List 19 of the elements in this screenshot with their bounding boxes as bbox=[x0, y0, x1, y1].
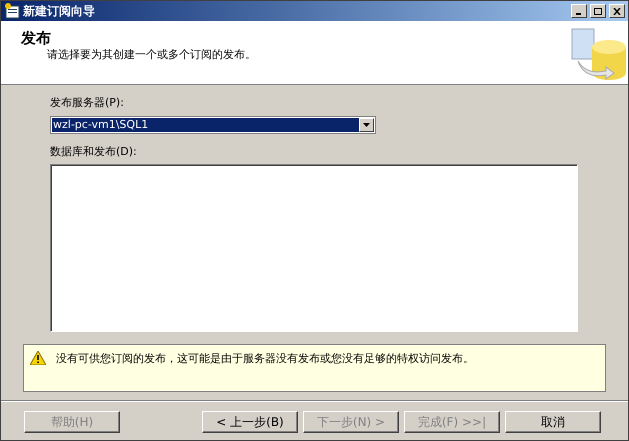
publisher-combobox[interactable]: wzl-pc-vm1\SQL1 bbox=[50, 116, 376, 134]
close-icon bbox=[613, 8, 621, 14]
app-icon bbox=[4, 3, 20, 19]
dropdown-button[interactable] bbox=[359, 118, 374, 132]
caret-icon bbox=[363, 123, 370, 127]
minimize-button[interactable] bbox=[571, 4, 587, 18]
maximize-icon bbox=[594, 8, 602, 14]
warning-icon bbox=[30, 351, 46, 365]
warning-text: 没有可供您订阅的发布，这可能是由于服务器没有发布或您没有足够的特权访问发布。 bbox=[56, 351, 474, 367]
close-button[interactable] bbox=[609, 4, 625, 18]
window-title: 新建订阅向导 bbox=[23, 3, 96, 20]
maximize-button[interactable] bbox=[590, 4, 606, 18]
page-subtitle: 请选择要为其创建一个或多个订阅的发布。 bbox=[46, 47, 256, 63]
publisher-label: 发布服务器(P): bbox=[50, 95, 125, 111]
cancel-button[interactable]: 取消 bbox=[505, 411, 601, 433]
combobox-value: wzl-pc-vm1\SQL1 bbox=[52, 118, 359, 132]
databases-label: 数据库和发布(D): bbox=[50, 144, 138, 160]
wizard-button[interactable]: < 上一步(B) bbox=[202, 411, 298, 433]
page-title: 发布 bbox=[21, 29, 52, 47]
